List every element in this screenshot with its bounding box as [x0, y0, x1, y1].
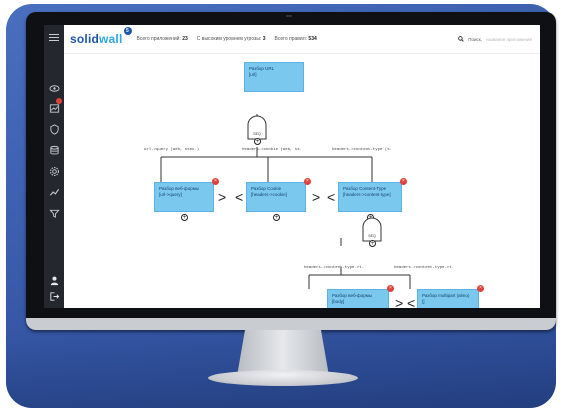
- delete-node-button[interactable]: ×: [212, 178, 219, 185]
- node-root-sub: [url]: [249, 71, 257, 77]
- chevron-right-icon[interactable]: >: [218, 190, 226, 204]
- sidebar: [44, 25, 64, 308]
- node-title: Разбор Cookie: [251, 186, 282, 191]
- monitor-screen: solidwall 5 Всего приложений: 23 С высок…: [44, 25, 540, 308]
- filter-icon[interactable]: [47, 206, 61, 220]
- edge-label: headers->content-type->t.: [394, 266, 455, 270]
- add-node-button[interactable]: +: [369, 240, 376, 247]
- monitor-camera: [286, 15, 292, 17]
- logo-text-solid: solid: [70, 32, 100, 46]
- search-box[interactable]: Поиск, названия приложения: [458, 25, 532, 53]
- chevron-left-icon[interactable]: <: [327, 190, 335, 204]
- search-label: Поиск,: [468, 36, 482, 42]
- stat-high-threat: С высоким уровнем угрозы: 3: [196, 36, 266, 42]
- edge-label: headers->content-type (s.: [332, 148, 393, 152]
- chevron-right-icon[interactable]: >: [395, 296, 403, 308]
- top-bar: solidwall 5 Всего приложений: 23 С высок…: [64, 25, 540, 54]
- node-multipart[interactable]: Разбор multipart (almo) []: [417, 289, 479, 308]
- analytics-icon[interactable]: [47, 185, 61, 199]
- node-title: Разбор веб-формы: [159, 186, 200, 191]
- logout-icon[interactable]: [47, 289, 61, 303]
- search-icon[interactable]: [458, 36, 464, 42]
- add-node-button[interactable]: +: [254, 138, 261, 145]
- screenshot-scene: solidwall 5 Всего приложений: 23 С высок…: [0, 0, 563, 412]
- chevron-left-icon[interactable]: <: [235, 190, 243, 204]
- edge-label: url->query (web, ssec.): [144, 148, 200, 152]
- shield-icon[interactable]: [47, 122, 61, 136]
- delete-node-button[interactable]: ×: [304, 178, 311, 185]
- chevron-left-icon[interactable]: <: [407, 296, 415, 308]
- add-node-button[interactable]: +: [273, 214, 280, 221]
- node-web-form[interactable]: Разбор веб-формы [url->query]: [154, 182, 214, 212]
- menu-icon[interactable]: [49, 34, 59, 43]
- node-web-form-body[interactable]: Разбор веб-формы [body]: [327, 289, 389, 308]
- notification-badge: [56, 98, 62, 104]
- delete-node-button[interactable]: ×: [400, 178, 407, 185]
- node-sub: [body]: [332, 298, 345, 304]
- node-content-type[interactable]: Разбор Content-Type [headers->content-ty…: [338, 182, 402, 212]
- chart-icon[interactable]: [47, 98, 62, 115]
- node-cookie[interactable]: Разбор Cookie [headers->cookie]: [246, 182, 306, 212]
- eye-icon[interactable]: [47, 81, 61, 95]
- database-icon[interactable]: [47, 143, 61, 157]
- rule-diagram: Разбор URL [url] SEQ + url->query (web, …: [64, 54, 540, 308]
- node-sub: [headers->cookie]: [251, 191, 287, 197]
- stat-total-rules: Всего правил: 534: [274, 36, 317, 42]
- delete-node-button[interactable]: ×: [387, 285, 394, 292]
- edge-label: headers->content-type->t.: [304, 266, 365, 270]
- user-icon[interactable]: [47, 273, 61, 287]
- stat-total-apps: Всего приложений: 23: [136, 36, 188, 42]
- node-title: Разбор multipart (almo): [422, 293, 470, 298]
- node-title: Разбор веб-формы: [332, 293, 373, 298]
- node-sub: []: [422, 298, 425, 304]
- node-sub: [headers->content-type]: [343, 191, 391, 197]
- chevron-right-icon[interactable]: >: [312, 190, 320, 204]
- node-root-title: Разбор URL: [249, 66, 275, 71]
- node-title: Разбор Content-Type: [343, 186, 387, 191]
- diagram-connectors: [160, 114, 411, 289]
- seq-gate-bottom-label: SEQ: [368, 234, 376, 238]
- logo-badge: 5: [123, 27, 132, 35]
- settings-icon[interactable]: [47, 164, 61, 178]
- stats-bar: Всего приложений: 23 С высоким уровнем у…: [137, 36, 317, 42]
- logo-text-wall: wall: [99, 32, 123, 46]
- search-placeholder[interactable]: названия приложения: [486, 37, 532, 42]
- monitor-chin: [26, 318, 556, 330]
- seq-gate-top-label: SEQ: [253, 132, 261, 136]
- monitor-base: [208, 370, 358, 386]
- node-sub: [url->query]: [159, 191, 182, 197]
- add-node-button[interactable]: +: [181, 214, 188, 221]
- edge-label: headers->cookie (web, ss.: [242, 148, 303, 152]
- logo[interactable]: solidwall 5: [70, 27, 132, 46]
- delete-node-button[interactable]: ×: [477, 285, 484, 292]
- node-root[interactable]: Разбор URL [url]: [244, 62, 304, 92]
